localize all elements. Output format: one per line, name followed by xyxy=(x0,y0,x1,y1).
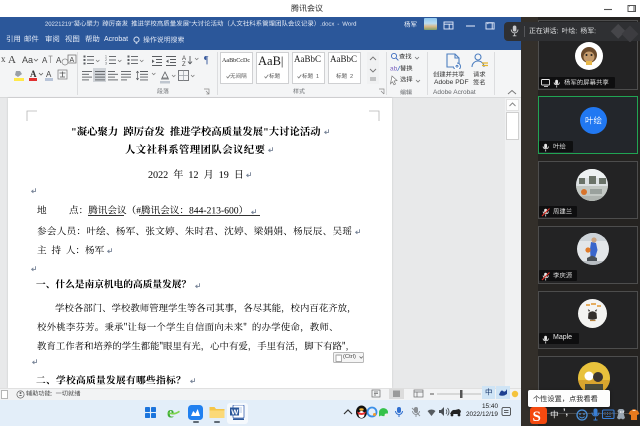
svg-text:e: e xyxy=(167,405,174,421)
svg-text:W: W xyxy=(231,407,239,416)
svg-text:Z: Z xyxy=(182,62,186,67)
svg-text:A: A xyxy=(8,54,16,66)
svg-text:A: A xyxy=(30,69,37,79)
svg-text:A: A xyxy=(56,56,62,65)
svg-text:A: A xyxy=(42,56,48,65)
svg-text:3: 3 xyxy=(105,62,107,66)
svg-text:x: x xyxy=(1,54,6,64)
svg-text:A: A xyxy=(70,57,75,64)
svg-text:ab: ab xyxy=(390,66,398,73)
svg-text:A: A xyxy=(46,70,52,79)
svg-text:¶: ¶ xyxy=(204,55,209,66)
svg-text:S: S xyxy=(533,409,541,425)
svg-text:Aa: Aa xyxy=(22,55,33,65)
